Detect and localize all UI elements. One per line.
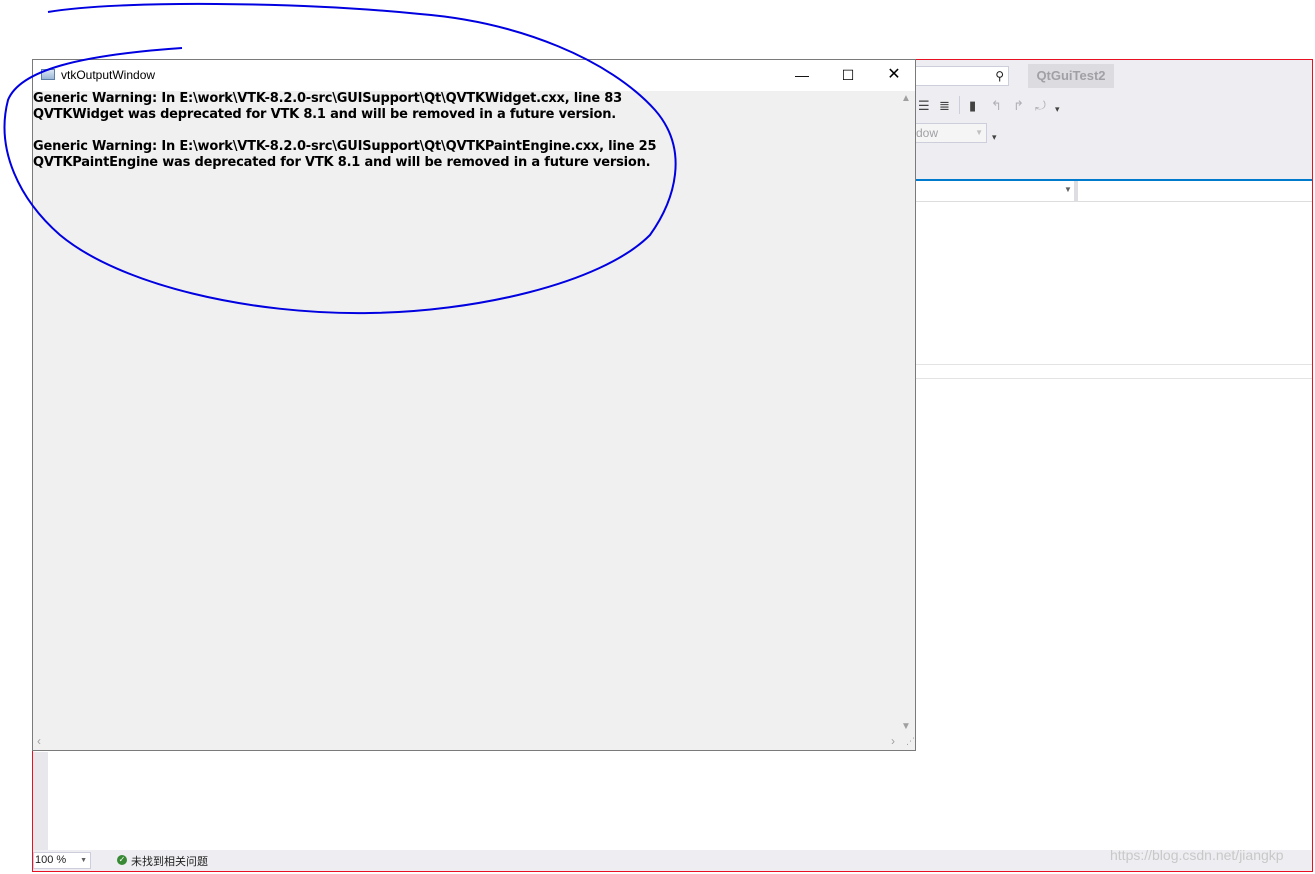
search-icon[interactable]: ⚲ bbox=[995, 69, 1004, 83]
scroll-up-icon[interactable]: ▲ bbox=[901, 93, 911, 104]
clear-bookmark-icon[interactable]: ⤾ bbox=[1035, 98, 1046, 114]
scroll-down-icon[interactable]: ▼ bbox=[901, 721, 911, 732]
zoom-value: 100 % bbox=[35, 854, 67, 866]
toolbar-overflow-icon[interactable]: ▾ bbox=[1055, 104, 1060, 115]
nav-splitter[interactable] bbox=[1074, 181, 1078, 201]
app-window-icon bbox=[41, 69, 55, 80]
prev-bookmark-icon[interactable]: ↰ bbox=[991, 98, 1002, 114]
comment-icon[interactable]: ≣ bbox=[939, 98, 950, 114]
scroll-left-icon[interactable]: ‹ bbox=[37, 734, 41, 748]
toolbar-overflow-icon[interactable]: ▾ bbox=[992, 132, 997, 143]
zoom-combo[interactable]: 100 % ▼ bbox=[33, 852, 91, 869]
warning-detail: QVTKWidget was deprecated for VTK 8.1 an… bbox=[33, 107, 616, 122]
chevron-down-icon[interactable]: ▼ bbox=[1064, 185, 1072, 194]
project-badge[interactable]: QtGuiTest2 bbox=[1028, 64, 1114, 88]
chevron-down-icon: ▼ bbox=[975, 128, 983, 137]
maximize-button[interactable]: ☐ bbox=[825, 60, 871, 90]
watermark: https://blog.csdn.net/jiangkp bbox=[1110, 847, 1284, 863]
toolbar-separator bbox=[959, 96, 960, 114]
search-input[interactable]: ⚲ bbox=[903, 66, 1009, 86]
window-title: vtkOutputWindow bbox=[61, 68, 156, 82]
chevron-down-icon: ▼ bbox=[80, 857, 87, 864]
warning-line: Generic Warning: In E:\work\VTK-8.2.0-sr… bbox=[33, 139, 657, 154]
minimize-button[interactable]: — bbox=[779, 60, 825, 90]
next-bookmark-icon[interactable]: ↱ bbox=[1013, 98, 1024, 114]
format-icon[interactable]: ☰ bbox=[918, 98, 930, 114]
warning-line: Generic Warning: In E:\work\VTK-8.2.0-sr… bbox=[33, 91, 622, 106]
vertical-scrollbar[interactable]: ▲ ▼ bbox=[898, 91, 915, 734]
editor-gutter bbox=[33, 752, 48, 850]
check-icon: ✓ bbox=[117, 855, 127, 865]
horizontal-scrollbar[interactable]: ‹ › bbox=[33, 733, 899, 750]
resize-grip-icon[interactable]: ⋰ bbox=[898, 733, 915, 750]
vtk-output-window: vtkOutputWindow — ☐ ✕ Generic Warning: I… bbox=[32, 59, 916, 751]
issues-status[interactable]: 未找到相关问题 bbox=[131, 853, 208, 869]
close-button[interactable]: ✕ bbox=[871, 60, 917, 90]
bookmark-icon[interactable]: ▮ bbox=[969, 98, 976, 114]
title-bar[interactable]: vtkOutputWindow — ☐ ✕ bbox=[33, 60, 915, 91]
warning-detail: QVTKPaintEngine was deprecated for VTK 8… bbox=[33, 155, 651, 170]
output-text-area[interactable]: Generic Warning: In E:\work\VTK-8.2.0-sr… bbox=[33, 91, 899, 734]
config-combo-value: dow bbox=[916, 126, 939, 140]
scroll-right-icon[interactable]: › bbox=[891, 734, 895, 748]
